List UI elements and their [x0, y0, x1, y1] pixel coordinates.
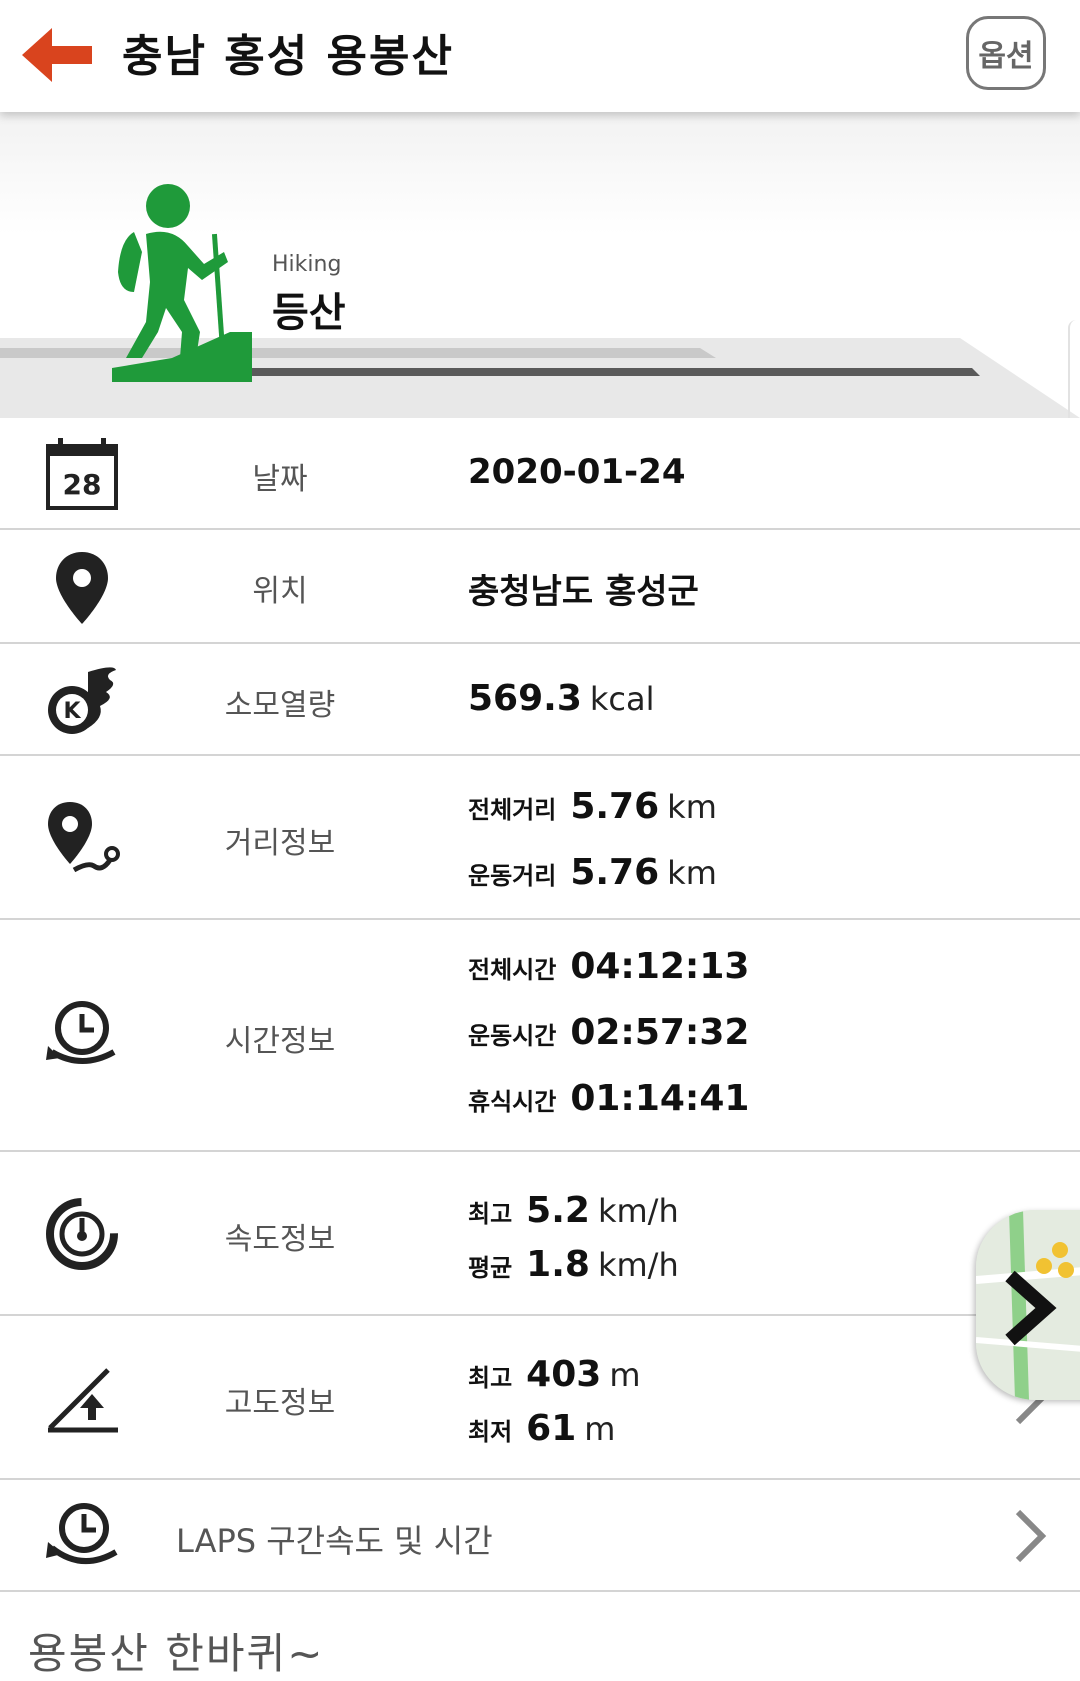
page-title: 충남 홍성 용봉산 [122, 31, 454, 82]
min-altitude-line: 최저 61 m [468, 1408, 615, 1449]
svg-text:28: 28 [63, 468, 102, 501]
altitude-icon [48, 1368, 118, 1433]
moving-time-line: 운동시간 02:57:32 [468, 1012, 749, 1053]
location-row: 위치 충청남도 홍성군 [0, 530, 1080, 644]
min-altitude-value: 61 [526, 1408, 577, 1449]
min-altitude-label: 최저 [468, 1418, 513, 1446]
activity-type-en: Hiking [272, 252, 342, 277]
avg-speed-value: 1.8 [526, 1244, 590, 1285]
total-distance-label: 전체거리 [468, 796, 557, 824]
date-value: 2020-01-24 [468, 452, 686, 492]
rest-time-line: 휴식시간 01:14:41 [468, 1078, 749, 1119]
max-altitude-label: 최고 [468, 1364, 513, 1392]
map-open-arrow-icon[interactable] [1000, 1268, 1060, 1348]
calories-value: 569.3 [468, 678, 582, 719]
max-altitude-value: 403 [526, 1354, 602, 1395]
memo-text: 용봉산 한바퀴~ [28, 1629, 325, 1678]
speedometer-icon [46, 1198, 118, 1270]
moving-distance-unit: km [667, 854, 717, 892]
location-pin-icon [56, 552, 108, 624]
max-speed-unit: km/h [597, 1192, 679, 1230]
back-arrow-icon [22, 28, 92, 82]
laps-label: LAPS 구간속도 및 시간 [176, 1522, 493, 1560]
location-value: 충청남도 홍성군 [468, 572, 699, 612]
activity-banner: Hiking 등산 [0, 112, 1080, 418]
moving-distance-label: 운동거리 [468, 862, 557, 890]
distance-label: 거리정보 [224, 826, 336, 861]
total-time-label: 전체시간 [468, 956, 557, 984]
calendar-icon: 28 [46, 438, 118, 510]
laps-clock-icon [46, 1503, 118, 1565]
total-distance-value: 5.76 [570, 786, 660, 827]
speed-row: 속도정보 최고 5.2 km/h 평균 1.8 km/h [0, 1152, 1080, 1316]
back-button[interactable] [18, 20, 98, 90]
date-label: 날짜 [252, 462, 308, 497]
calories-unit: kcal [589, 680, 655, 718]
route-pin-icon [48, 802, 120, 873]
calorie-flame-icon: K [48, 667, 116, 734]
calories-label: 소모열량 [224, 688, 336, 723]
max-speed-label: 최고 [468, 1200, 513, 1228]
avg-speed-label: 평균 [468, 1254, 513, 1282]
calories-value-line: 569.3 kcal [468, 678, 655, 719]
max-speed-value: 5.2 [526, 1190, 590, 1231]
distance-row: 거리정보 전체거리 5.76 km 운동거리 5.76 km [0, 756, 1080, 920]
hiking-icon [112, 184, 252, 382]
total-distance-unit: km [667, 788, 717, 826]
rest-time-value: 01:14:41 [570, 1078, 750, 1119]
app-header: 충남 홍성 용봉산 옵션 [0, 0, 1080, 112]
max-altitude-line: 최고 403 m [468, 1354, 641, 1395]
options-button[interactable]: 옵션 [966, 16, 1046, 90]
time-row: 시간정보 전체시간 04:12:13 운동시간 02:57:32 휴식시간 01:14… [0, 920, 1080, 1152]
moving-distance-value: 5.76 [570, 852, 660, 893]
clock-icon [46, 1001, 116, 1064]
max-speed-line: 최고 5.2 km/h [468, 1190, 679, 1231]
rest-time-label: 휴식시간 [468, 1088, 557, 1116]
altitude-label: 고도정보 [224, 1386, 336, 1421]
moving-time-value: 02:57:32 [570, 1012, 750, 1053]
laps-row[interactable]: LAPS 구간속도 및 시간 [0, 1480, 1080, 1592]
time-label: 시간정보 [224, 1024, 336, 1059]
svg-text:K: K [63, 699, 81, 724]
moving-time-label: 운동시간 [468, 1022, 557, 1050]
altitude-row: 고도정보 최고 403 m 최저 61 m [0, 1316, 1080, 1480]
avg-speed-unit: km/h [597, 1246, 679, 1284]
avg-speed-line: 평균 1.8 km/h [468, 1244, 679, 1285]
chevron-right-icon[interactable] [1010, 1506, 1050, 1566]
activity-type-ko: 등산 [272, 290, 346, 336]
moving-distance-line: 운동거리 5.76 km [468, 852, 717, 893]
location-label: 위치 [252, 574, 308, 609]
speed-label: 속도정보 [224, 1222, 336, 1257]
calories-row: K 소모열량 569.3 kcal [0, 644, 1080, 756]
min-altitude-unit: m [584, 1410, 616, 1448]
max-altitude-unit: m [609, 1356, 641, 1394]
total-distance-line: 전체거리 5.76 km [468, 786, 717, 827]
total-time-line: 전체시간 04:12:13 [468, 946, 749, 987]
date-row: 28 날짜 2020-01-24 [0, 418, 1080, 530]
total-time-value: 04:12:13 [570, 946, 750, 987]
